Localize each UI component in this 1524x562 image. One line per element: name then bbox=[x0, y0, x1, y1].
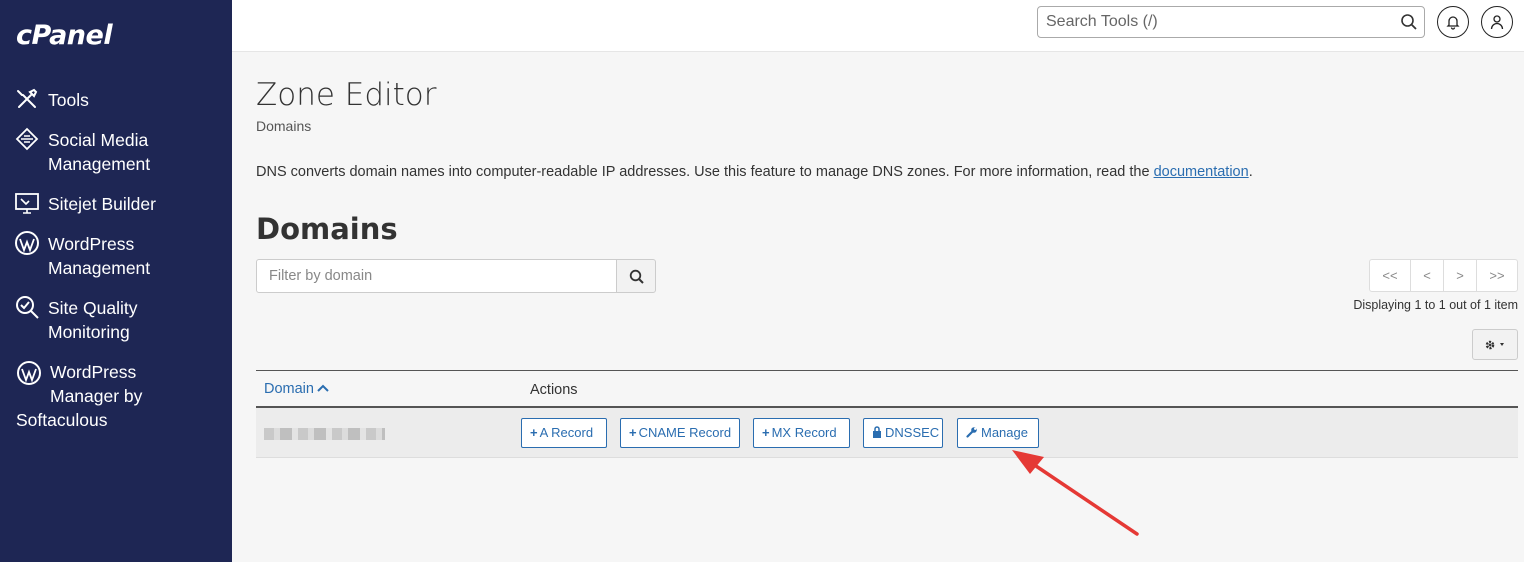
sidebar-item-label: Manager by bbox=[50, 386, 143, 406]
add-mx-record-button[interactable]: + MX Record bbox=[753, 418, 850, 448]
wordpress-icon bbox=[17, 361, 41, 385]
domains-table: Domain Actions + A Record + CNAME Record +… bbox=[256, 370, 1518, 458]
sidebar-item-sitejet[interactable]: Sitejet Builder bbox=[0, 188, 232, 228]
pager-next[interactable]: > bbox=[1443, 260, 1476, 291]
add-a-record-button[interactable]: + A Record bbox=[521, 418, 607, 448]
sidebar-item-label: Site Quality bbox=[48, 298, 138, 318]
sidebar-item-label: Social Media bbox=[48, 130, 149, 150]
section-title: Domains bbox=[256, 212, 398, 246]
sidebar-item-site-quality[interactable]: Site Quality Monitoring bbox=[0, 292, 232, 356]
plus-icon: + bbox=[530, 425, 538, 440]
tools-icon bbox=[17, 88, 38, 108]
settings-dropdown-button[interactable] bbox=[1472, 329, 1518, 360]
sidebar-item-label: Tools bbox=[48, 90, 89, 110]
page-description: DNS converts domain names into computer-… bbox=[256, 164, 1253, 180]
button-label: A Record bbox=[539, 425, 594, 440]
sidebar: cPanel Tools Social Media Management Sit… bbox=[0, 0, 232, 562]
pager-last[interactable]: >> bbox=[1476, 260, 1517, 291]
search-icon bbox=[629, 269, 644, 284]
description-end: . bbox=[1248, 164, 1253, 180]
sitejet-icon bbox=[15, 193, 39, 214]
plus-icon: + bbox=[762, 425, 770, 440]
button-label: CNAME Record bbox=[638, 425, 732, 440]
search-tools bbox=[1037, 6, 1425, 38]
page-title: Zone Editor bbox=[256, 77, 437, 113]
dnssec-button[interactable]: DNSSEC bbox=[863, 418, 943, 448]
sidebar-item-wordpress[interactable]: WordPress Management bbox=[0, 228, 232, 292]
pagination-info: Displaying 1 to 1 out of 1 item bbox=[1353, 298, 1518, 312]
wordpress-icon bbox=[15, 231, 39, 255]
sidebar-item-wordpress-softaculous[interactable]: WordPress Manager by Softaculous bbox=[0, 356, 232, 436]
cpanel-logo[interactable]: cPanel bbox=[16, 20, 113, 51]
add-cname-record-button[interactable]: + CNAME Record bbox=[620, 418, 740, 448]
domain-filter bbox=[256, 259, 656, 293]
sidebar-item-label: Softaculous bbox=[16, 410, 108, 430]
lock-icon bbox=[873, 426, 881, 438]
top-header bbox=[232, 0, 1524, 52]
table-header: Domain Actions bbox=[256, 370, 1518, 408]
user-menu-button[interactable] bbox=[1481, 6, 1513, 38]
domain-name-redacted bbox=[264, 428, 385, 440]
column-header-actions: Actions bbox=[530, 382, 578, 398]
table-row: + A Record + CNAME Record + MX Record DNSSE… bbox=[256, 408, 1518, 458]
notifications-button[interactable] bbox=[1437, 6, 1469, 38]
button-label: MX Record bbox=[771, 425, 837, 440]
button-label: Manage bbox=[981, 425, 1028, 440]
filter-input[interactable] bbox=[256, 259, 617, 293]
social-media-icon bbox=[15, 127, 39, 151]
search-input[interactable] bbox=[1038, 7, 1378, 37]
bell-icon bbox=[1446, 16, 1460, 30]
sort-ascending-icon bbox=[317, 384, 329, 392]
site-quality-icon bbox=[16, 296, 39, 319]
sidebar-item-tools[interactable]: Tools bbox=[0, 84, 232, 124]
user-icon bbox=[1490, 15, 1504, 30]
description-text: DNS converts domain names into computer-… bbox=[256, 164, 1154, 180]
sidebar-nav: Tools Social Media Management Sitejet Bu… bbox=[0, 84, 232, 436]
sidebar-item-label: WordPress bbox=[48, 234, 135, 254]
sidebar-item-label: Management bbox=[48, 154, 151, 174]
plus-icon: + bbox=[629, 425, 637, 440]
pager-first[interactable]: << bbox=[1370, 260, 1410, 291]
sidebar-item-label: WordPress bbox=[50, 362, 137, 382]
search-icon[interactable] bbox=[1400, 13, 1418, 31]
pager-prev[interactable]: < bbox=[1410, 260, 1443, 291]
documentation-link[interactable]: documentation bbox=[1154, 164, 1249, 180]
sidebar-item-social-media[interactable]: Social Media Management bbox=[0, 124, 232, 188]
pagination: << < > >> bbox=[1369, 259, 1518, 292]
gear-icon bbox=[1485, 340, 1504, 350]
breadcrumb: Domains bbox=[256, 118, 312, 134]
column-header-domain[interactable]: Domain bbox=[264, 381, 329, 397]
sidebar-item-label: Sitejet Builder bbox=[48, 194, 156, 214]
wrench-icon bbox=[966, 427, 977, 438]
manage-button[interactable]: Manage bbox=[957, 418, 1039, 448]
filter-search-button[interactable] bbox=[616, 259, 656, 293]
column-label: Domain bbox=[264, 381, 314, 397]
sidebar-item-label: Management bbox=[48, 258, 151, 278]
sidebar-item-label: Monitoring bbox=[48, 322, 130, 342]
button-label: DNSSEC bbox=[885, 425, 940, 440]
